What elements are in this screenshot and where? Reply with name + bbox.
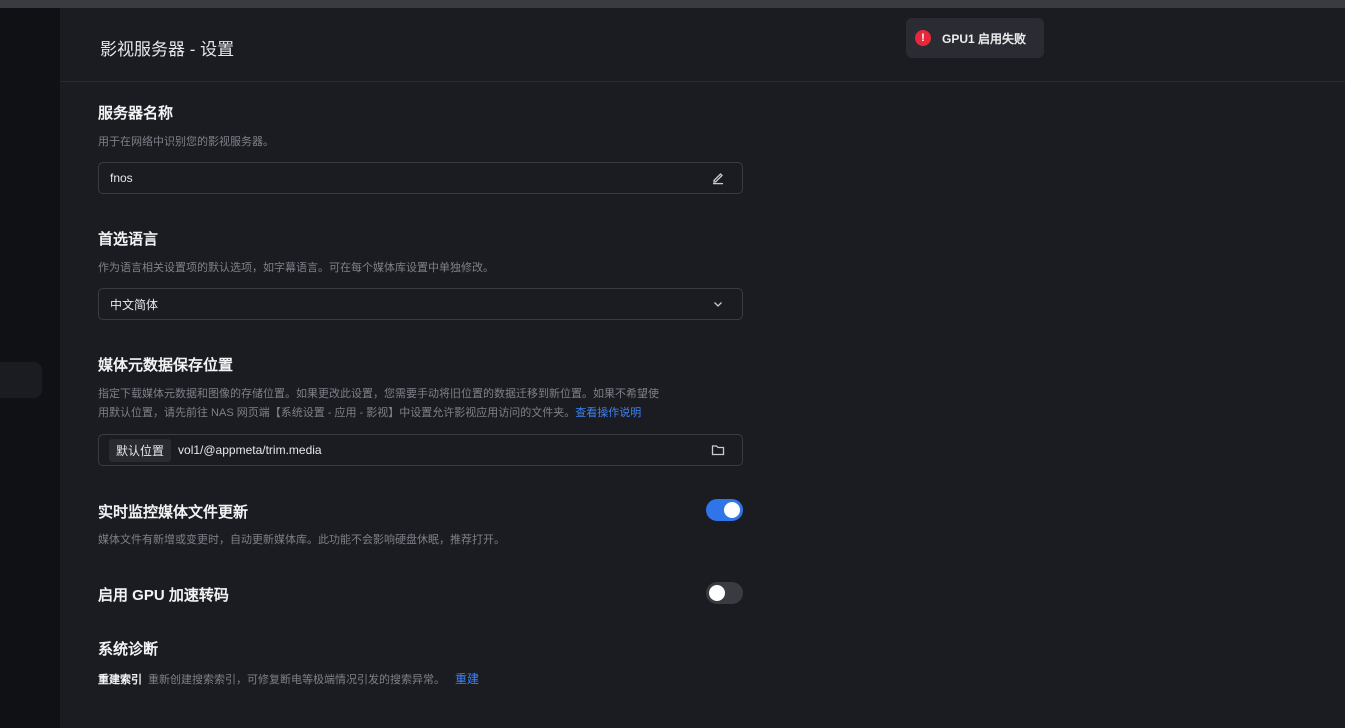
realtime-monitor-title: 实时监控媒体文件更新 — [98, 504, 249, 521]
folder-icon[interactable] — [711, 443, 725, 457]
metadata-location-description-line2: 用默认位置，请先前往 NAS 网页端【系统设置 - 应用 - 影视】中设置允许影… — [98, 404, 641, 423]
gpu-transcode-title: 启用 GPU 加速转码 — [98, 587, 229, 604]
metadata-location-description-text: 用默认位置，请先前往 NAS 网页端【系统设置 - 应用 - 影视】中设置允许影… — [98, 407, 576, 419]
realtime-monitor-toggle[interactable] — [706, 499, 743, 521]
sidebar-item-active[interactable] — [0, 362, 42, 398]
language-select[interactable]: 中文简体 — [98, 288, 743, 320]
page-title: 影视服务器 - 设置 — [100, 40, 235, 59]
rebuild-button[interactable]: 重建 — [455, 672, 479, 686]
toggle-knob — [709, 585, 725, 601]
language-title: 首选语言 — [98, 231, 159, 248]
rebuild-index-row: 重建索引 重新创建搜索索引，可修复断电等极端情况引发的搜索异常。 重建 — [98, 670, 479, 687]
error-toast: ! GPU1 启用失败 — [906, 18, 1044, 58]
language-description: 作为语言相关设置项的默认选项，如字幕语言。可在每个媒体库设置中单独修改。 — [98, 262, 494, 274]
help-link[interactable]: 查看操作说明 — [575, 407, 641, 419]
server-name-title: 服务器名称 — [98, 105, 174, 122]
error-icon: ! — [915, 30, 931, 46]
server-name-description: 用于在网络中识别您的影视服务器。 — [98, 136, 274, 148]
toggle-knob — [724, 502, 740, 518]
diagnostics-title: 系统诊断 — [98, 641, 159, 658]
gpu-transcode-toggle[interactable] — [706, 582, 743, 604]
rebuild-index-description: 重新创建搜索索引，可修复断电等极端情况引发的搜索异常。 — [148, 674, 445, 686]
chevron-down-icon — [711, 297, 725, 311]
toast-text: GPU1 启用失败 — [942, 31, 1027, 46]
metadata-path: vol1/@appmeta/trim.media — [178, 443, 322, 457]
metadata-location-field[interactable]: 默认位置 vol1/@appmeta/trim.media — [98, 434, 743, 466]
language-selected-value: 中文简体 — [110, 297, 159, 312]
default-location-tag: 默认位置 — [109, 438, 172, 462]
edit-icon[interactable] — [711, 171, 725, 185]
rebuild-index-label: 重建索引 — [98, 674, 142, 686]
server-name-field[interactable]: fnos — [98, 162, 743, 194]
metadata-location-description-line1: 指定下载媒体元数据和图像的存储位置。如果更改此设置，您需要手动将旧位置的数据迁移… — [98, 388, 659, 400]
metadata-location-title: 媒体元数据保存位置 — [98, 357, 234, 374]
sidebar — [0, 8, 60, 728]
window-top-bar — [0, 0, 1345, 8]
server-name-value: fnos — [110, 171, 133, 185]
realtime-monitor-description: 媒体文件有新增或变更时，自动更新媒体库。此功能不会影响硬盘休眠，推荐打开。 — [98, 534, 505, 546]
settings-panel: 影视服务器 - 设置 ! GPU1 启用失败 服务器名称 用于在网络中识别您的影… — [60, 8, 1345, 728]
header: 影视服务器 - 设置 ! GPU1 启用失败 — [60, 8, 1345, 82]
